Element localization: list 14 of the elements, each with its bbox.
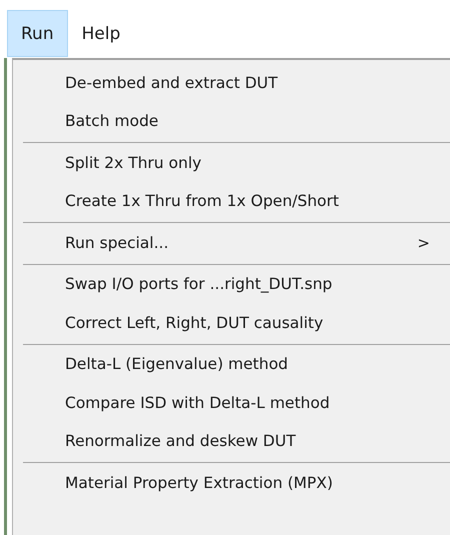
menu-item[interactable]: Correct Left, Right, DUT causality — [13, 304, 450, 342]
menu-item[interactable]: De-embed and extract DUT — [13, 64, 450, 102]
menu-item[interactable]: Renormalize and deskew DUT — [13, 422, 450, 461]
menu-item[interactable]: Swap I/O ports for ...right_DUT.snp — [13, 266, 450, 304]
menu-bar-item[interactable]: Run — [7, 10, 68, 57]
menu-item[interactable]: Split 2x Thru only — [13, 144, 450, 182]
menu-item[interactable]: Material Property Extraction (MPX) — [13, 464, 450, 502]
menu-bar-item[interactable]: Help — [68, 10, 134, 57]
menu-item[interactable]: Delta-L (Eigenvalue) method — [13, 346, 450, 384]
menu-item[interactable]: Run special... > — [13, 224, 450, 262]
menu-item[interactable]: Batch mode — [13, 102, 450, 141]
submenu-arrow-icon: > — [417, 232, 430, 254]
menu-item[interactable]: Compare ISD with Delta-L method — [13, 384, 450, 422]
menu-item[interactable]: Create 1x Thru from 1x Open/Short — [13, 182, 450, 221]
